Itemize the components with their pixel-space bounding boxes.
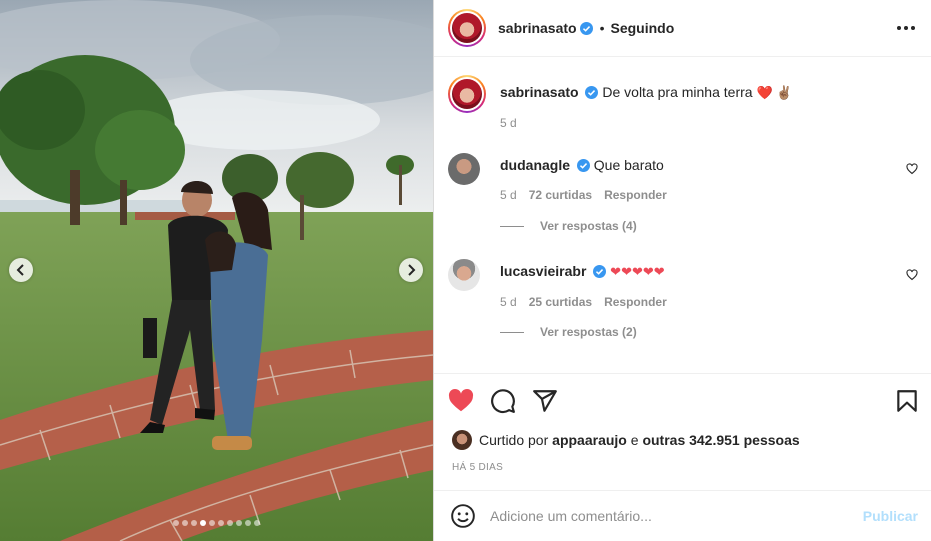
post-side-panel: sabrinasato • Seguindo sabrinasato De vo…: [433, 0, 931, 541]
carousel-dot: [254, 520, 260, 526]
replies-divider: [500, 225, 524, 227]
comment-item: dudanagle Que barato 5 d 72 curtidas Res…: [448, 153, 918, 243]
comment-like-heart-icon[interactable]: [906, 163, 918, 175]
caption-username-link[interactable]: sabrinasato: [500, 84, 579, 100]
carousel-dot: [200, 520, 206, 526]
carousel-prev-button[interactable]: [9, 258, 33, 282]
publish-button[interactable]: Publicar: [863, 508, 918, 524]
share-icon[interactable]: [532, 388, 558, 414]
author-username-link[interactable]: sabrinasato: [498, 20, 577, 36]
liked-by-conjunction: e: [630, 432, 639, 448]
replies-divider: [500, 331, 524, 333]
emoji-icon[interactable]: [450, 503, 476, 529]
heart-filled-icon[interactable]: [448, 388, 474, 414]
comment-like-heart-icon[interactable]: [906, 269, 918, 281]
comment-likes-link[interactable]: 72 curtidas: [529, 188, 592, 202]
carousel-dot: [236, 520, 242, 526]
verified-badge-icon: [579, 21, 593, 35]
carousel-next-button[interactable]: [399, 258, 423, 282]
following-button[interactable]: Seguindo: [611, 20, 675, 36]
carousel-dot: [209, 520, 215, 526]
view-replies-label: Ver respostas (2): [540, 325, 637, 339]
verified-badge-icon: [585, 86, 599, 99]
reply-button[interactable]: Responder: [604, 188, 667, 202]
commenter-username-link[interactable]: lucasvieirabr: [500, 263, 586, 279]
author-info: sabrinasato • Seguindo: [498, 20, 674, 36]
caption-text: De volta pra minha terra: [602, 84, 753, 100]
add-comment-bar: Publicar: [434, 490, 931, 541]
verified-badge-icon: [593, 265, 607, 278]
reply-button[interactable]: Responder: [604, 295, 667, 309]
carousel-dot: [227, 520, 233, 526]
carousel-indicator: [0, 520, 433, 526]
verified-badge-icon: [576, 159, 590, 172]
comments-list[interactable]: sabrinasato De volta pra minha terra ❤️ …: [434, 57, 931, 373]
post-header: sabrinasato • Seguindo: [434, 0, 931, 57]
comment-input[interactable]: [490, 508, 850, 524]
bookmark-icon[interactable]: [894, 388, 920, 414]
liked-by-prefix: Curtido por: [479, 432, 549, 448]
caption-author-avatar[interactable]: [448, 75, 486, 113]
separator-dot: •: [599, 20, 605, 36]
comment-item: lucasvieirabr ❤❤❤❤❤ 5 d 25 curtidas Resp…: [448, 259, 918, 349]
post-actions: Curtido por appaaraujo e outras 342.951 …: [434, 373, 931, 490]
comment-likes-link[interactable]: 25 curtidas: [529, 295, 592, 309]
liker-username-link[interactable]: appaaraujo: [552, 432, 627, 448]
comment-age: 5 d: [500, 295, 517, 309]
view-replies-label: Ver respostas (4): [540, 219, 637, 233]
view-replies-button[interactable]: Ver respostas (4): [500, 219, 637, 233]
carousel-dot: [245, 520, 251, 526]
commenter-username-link[interactable]: dudanagle: [500, 157, 570, 173]
chevron-left-icon: [16, 264, 24, 276]
caption-emojis: ❤️ ✌🏽: [756, 85, 793, 100]
comment-text: ❤❤❤❤❤: [610, 264, 665, 279]
post-timestamp[interactable]: HÁ 5 DIAS: [452, 462, 503, 473]
comment-age: 5 d: [500, 188, 517, 202]
others-likes-link[interactable]: outras 342.951 pessoas: [642, 432, 799, 448]
carousel-dot: [218, 520, 224, 526]
view-replies-button[interactable]: Ver respostas (2): [500, 325, 637, 339]
post-photo: [0, 0, 433, 541]
comment-icon[interactable]: [490, 388, 516, 414]
liked-by-summary: Curtido por appaaraujo e outras 342.951 …: [452, 430, 800, 450]
carousel-dot: [191, 520, 197, 526]
instagram-post: sabrinasato • Seguindo sabrinasato De vo…: [0, 0, 931, 541]
liker-avatar[interactable]: [452, 430, 472, 450]
chevron-right-icon: [408, 264, 416, 276]
comment-text: Que barato: [593, 157, 664, 173]
commenter-avatar[interactable]: [448, 153, 480, 185]
carousel-dot: [182, 520, 188, 526]
caption-age: 5 d: [500, 116, 517, 130]
author-avatar[interactable]: [448, 9, 486, 47]
post-media[interactable]: [0, 0, 433, 541]
commenter-avatar[interactable]: [448, 259, 480, 291]
carousel-dot: [173, 520, 179, 526]
more-options-icon[interactable]: [894, 18, 918, 38]
caption-item: sabrinasato De volta pra minha terra ❤️ …: [448, 75, 918, 135]
